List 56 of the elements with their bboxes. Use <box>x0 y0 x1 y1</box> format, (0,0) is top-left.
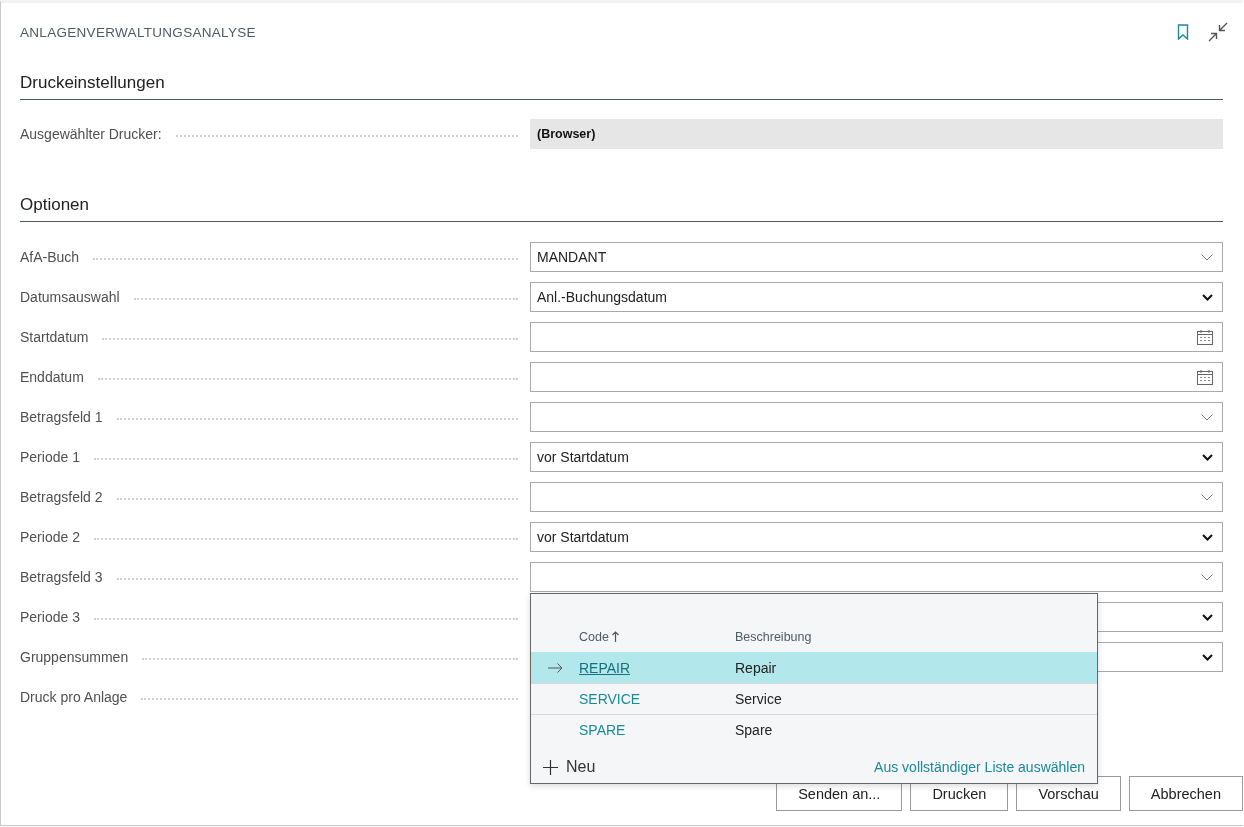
column-header[interactable]: Code <box>579 630 735 644</box>
bookmark-icon[interactable] <box>1177 24 1189 40</box>
description-text: Service <box>735 691 783 707</box>
lookup-field[interactable] <box>530 482 1223 512</box>
arrow-right-icon <box>547 663 563 673</box>
field-label: Startdatum <box>20 329 89 345</box>
code-link[interactable]: REPAIR <box>579 660 735 676</box>
select-field[interactable]: Anl.-Buchungsdatum <box>530 282 1223 312</box>
printer-field: (Browser) <box>530 119 1223 149</box>
chevron-down-icon <box>1201 253 1213 261</box>
field-label: Betragsfeld 1 <box>20 409 103 425</box>
lookup-field[interactable]: MANDANT <box>530 242 1223 272</box>
list-row[interactable]: SERVICE Service <box>531 683 1097 714</box>
calendar-icon[interactable] <box>1197 369 1213 385</box>
lookup-field[interactable] <box>530 402 1223 432</box>
field-label: Datumsauswahl <box>20 289 120 305</box>
description-text: Repair <box>735 660 778 676</box>
dialog-button[interactable]: Abbrechen <box>1128 776 1243 811</box>
field-label: AfA-Buch <box>20 249 80 265</box>
chevron-down-icon <box>1202 533 1213 541</box>
chevron-down-icon <box>1202 613 1213 621</box>
code-link[interactable]: SERVICE <box>579 691 735 707</box>
code-link[interactable]: SPARE <box>579 722 735 738</box>
field-label: Betragsfeld 3 <box>20 569 103 585</box>
lookup-field[interactable] <box>530 562 1223 592</box>
new-button[interactable]: Neu <box>543 758 596 776</box>
chevron-down-icon <box>1201 493 1213 501</box>
chevron-down-icon <box>1201 413 1213 421</box>
field-label: Enddatum <box>20 369 84 385</box>
field-label: Ausgewählter Drucker: <box>20 126 162 142</box>
section-heading: Optionen <box>20 195 89 214</box>
window-title: ANLAGENVERWALTUNGSANALYSE <box>20 24 256 40</box>
field-label: Periode 3 <box>20 609 80 625</box>
plus-icon <box>543 759 558 775</box>
field-label: Gruppensummen <box>20 649 129 665</box>
list-row[interactable]: REPAIR Repair <box>531 652 1097 683</box>
collapse-icon[interactable] <box>1207 21 1229 43</box>
field-label: Betragsfeld 2 <box>20 489 103 505</box>
chevron-down-icon <box>1202 653 1213 661</box>
full-list-link[interactable]: Aus vollständiger Liste auswählen <box>874 759 1085 775</box>
chevron-down-icon <box>1202 453 1213 461</box>
calendar-icon[interactable] <box>1197 329 1213 345</box>
select-field[interactable]: vor Startdatum <box>530 522 1223 552</box>
sort-arrow-icon <box>611 630 619 642</box>
chevron-down-icon <box>1201 573 1213 581</box>
column-header[interactable]: Beschreibung <box>735 630 1097 644</box>
select-field[interactable]: vor Startdatum <box>530 442 1223 472</box>
field-label: Periode 1 <box>20 449 80 465</box>
field-label: Periode 2 <box>20 529 80 545</box>
date-field[interactable] <box>530 322 1223 352</box>
date-field[interactable] <box>530 362 1223 392</box>
field-label: Druck pro Anlage <box>20 689 128 705</box>
list-row[interactable]: SPARE Spare <box>531 714 1097 745</box>
description-text: Spare <box>735 722 774 738</box>
chevron-down-icon <box>1202 293 1213 301</box>
section-heading: Druckeinstellungen <box>20 73 165 92</box>
